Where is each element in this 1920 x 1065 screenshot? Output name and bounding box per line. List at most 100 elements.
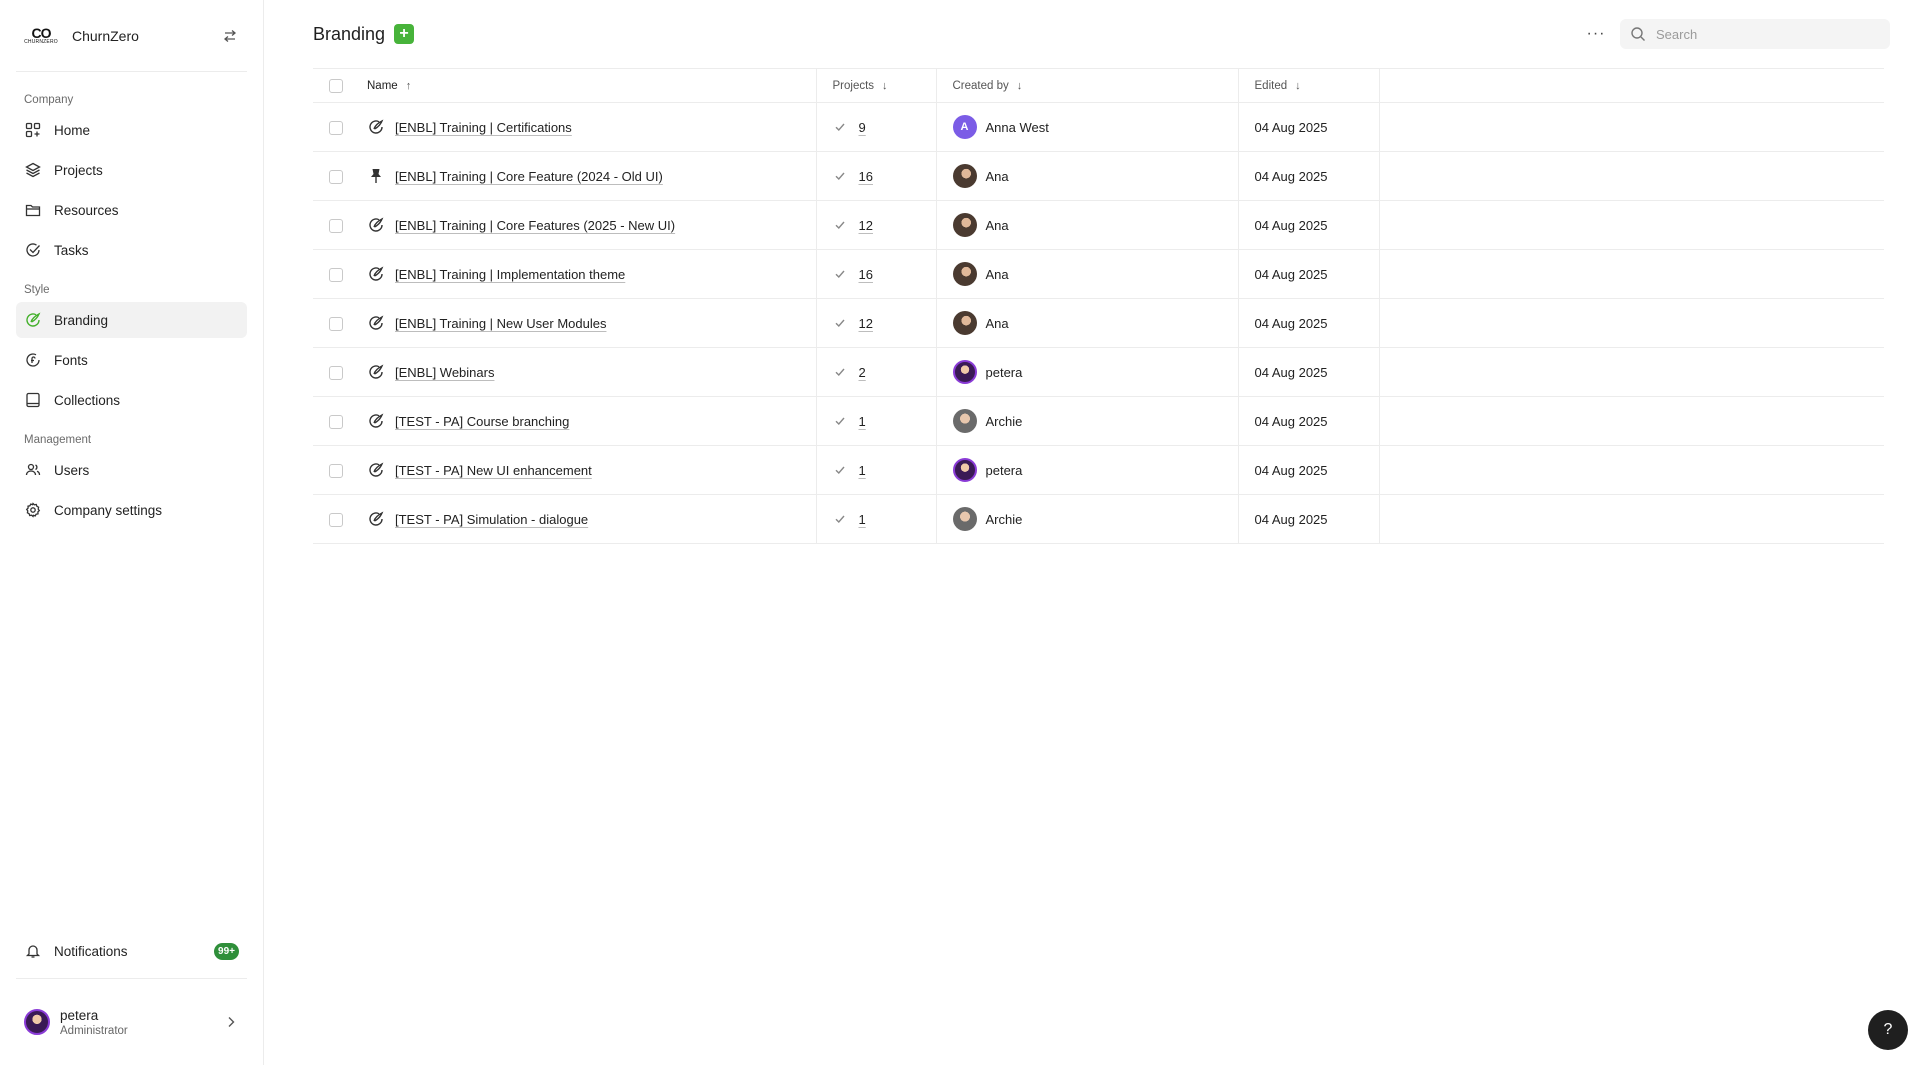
row-checkbox[interactable] [329,267,343,282]
edited-date: 04 Aug 2025 [1238,102,1380,152]
sidebar-item-label: Fonts [54,352,88,368]
palette-icon [367,265,385,283]
projects-count-link[interactable]: 16 [859,169,873,184]
check-icon [833,512,847,526]
row-checkbox[interactable] [329,414,343,429]
branding-name-link[interactable]: [ENBL] Training | Core Feature (2024 - O… [395,169,663,184]
row-checkbox[interactable] [329,316,343,331]
row-checkbox[interactable] [329,365,343,380]
creator-name: Ana [985,217,1009,233]
sidebar-item-branding[interactable]: Branding [16,302,247,338]
check-circle-icon [24,241,42,259]
more-options-icon[interactable]: ··· [1584,22,1608,46]
sidebar-item-label: Home [54,122,91,138]
row-checkbox[interactable] [329,218,343,233]
select-all-checkbox[interactable] [329,78,343,93]
user-role: Administrator [60,1024,128,1037]
creator-name: petera [985,364,1023,380]
check-icon [833,120,847,134]
table-row[interactable]: [ENBL] Training | Core Feature (2024 - O… [313,151,1884,201]
table-body: [ENBL] Training | Certifications 9 A Anna W… [313,102,1884,544]
row-checkbox[interactable] [329,463,343,478]
creator-name: Ana [985,266,1009,282]
table-row[interactable]: [ENBL] Training | Certifications 9 A Anna W… [313,102,1884,152]
column-header-edited[interactable]: Edited ↓ [1238,68,1380,103]
sidebar-item-collections[interactable]: Collections [16,382,247,418]
creator-name: Archie [985,511,1023,527]
table-row[interactable]: [ENBL] Webinars 2 petera 04 Aug 2025 [313,347,1884,397]
creator-name: petera [985,462,1023,478]
projects-count-link[interactable]: 9 [859,120,866,135]
branding-name-link[interactable]: [ENBL] Training | New User Modules [395,316,606,331]
folder-icon [24,201,42,219]
sidebar-item-users[interactable]: Users [16,452,247,488]
creator-name: Anna West [985,119,1049,135]
table-row[interactable]: [ENBL] Training | Implementation theme 16… [313,249,1884,299]
edited-date: 04 Aug 2025 [1238,200,1380,250]
row-checkbox[interactable] [329,169,343,184]
branding-name-link[interactable]: [ENBL] Webinars [395,365,494,380]
switch-company-icon[interactable] [221,27,239,45]
branding-name-link[interactable]: [ENBL] Training | Implementation theme [395,267,625,282]
sidebar: CO CHURNZERO ChurnZero Company Home Proj… [0,0,264,1065]
grid-icon [24,121,42,139]
branding-name-link[interactable]: [ENBL] Training | Core Features (2025 - … [395,218,675,233]
projects-count-link[interactable]: 12 [859,316,873,331]
projects-count-link[interactable]: 1 [859,414,866,429]
edited-date: 04 Aug 2025 [1238,298,1380,348]
table-row[interactable]: [TEST - PA] Simulation - dialogue 1 Archie… [313,494,1884,544]
search-box[interactable] [1620,19,1890,49]
projects-count-link[interactable]: 16 [859,267,873,282]
table-header-row: Name ↑ Projects ↓ Created by ↓ Edited ↓ [313,68,1884,103]
chevron-right-icon[interactable] [223,1014,239,1030]
sidebar-item-notifications[interactable]: Notifications 99+ [16,933,247,969]
section-label-company: Company [24,94,74,106]
column-header-created-by[interactable]: Created by ↓ [936,68,1239,103]
sidebar-item-projects[interactable]: Projects [16,152,247,188]
creator-name: Ana [985,168,1009,184]
sidebar-item-company-settings[interactable]: Company settings [16,492,247,528]
palette-icon [367,510,385,528]
sidebar-item-tasks[interactable]: Tasks [16,232,247,268]
sidebar-item-label: Tasks [54,242,89,258]
sidebar-item-fonts[interactable]: Fonts [16,342,247,378]
check-icon [833,463,847,477]
table-row[interactable]: [TEST - PA] Course branching 1 Archie 04 Au… [313,396,1884,446]
palette-icon [367,216,385,234]
palette-icon [367,118,385,136]
row-checkbox[interactable] [329,512,343,527]
palette-icon [24,311,42,329]
sort-descending-icon: ↓ [882,79,888,92]
notifications-count-badge: 99+ [214,942,239,960]
help-button[interactable]: ? [1868,1010,1908,1050]
sidebar-item-home[interactable]: Home [16,112,247,148]
table-row[interactable]: [ENBL] Training | New User Modules 12 Ana 0… [313,298,1884,348]
main-content: Branding + ··· Name↑ Projects↓ Created b… [264,0,1920,1065]
palette-icon [367,461,385,479]
branding-name-link[interactable]: [ENBL] Training | Certifications [395,120,572,135]
sidebar-item-label: Collections [54,392,121,408]
projects-count-link[interactable]: 12 [859,218,873,233]
table-row[interactable]: [ENBL] Training | Core Features (2025 - … [313,200,1884,250]
section-label-style: Style [24,284,50,296]
projects-count-link[interactable]: 1 [859,512,866,527]
add-branding-button[interactable]: + [394,24,415,44]
avatar [952,458,977,482]
palette-icon [367,314,385,332]
creator-name: Archie [985,413,1023,429]
column-header-name[interactable]: Name ↑ [367,68,817,103]
sidebar-item-resources[interactable]: Resources [16,192,247,228]
projects-count-link[interactable]: 1 [859,463,866,478]
edited-date: 04 Aug 2025 [1238,151,1380,201]
edited-date: 04 Aug 2025 [1238,396,1380,446]
avatar [952,507,977,531]
user-menu[interactable]: petera Administrator [16,978,247,1065]
search-input[interactable] [1656,26,1880,42]
column-header-projects[interactable]: Projects ↓ [816,68,937,103]
projects-count-link[interactable]: 2 [859,365,866,380]
table-row[interactable]: [TEST - PA] New UI enhancement 1 petera 04 … [313,445,1884,495]
branding-name-link[interactable]: [TEST - PA] Course branching [395,414,569,429]
branding-name-link[interactable]: [TEST - PA] Simulation - dialogue [395,512,588,527]
row-checkbox[interactable] [329,120,343,135]
branding-name-link[interactable]: [TEST - PA] New UI enhancement [395,463,592,478]
